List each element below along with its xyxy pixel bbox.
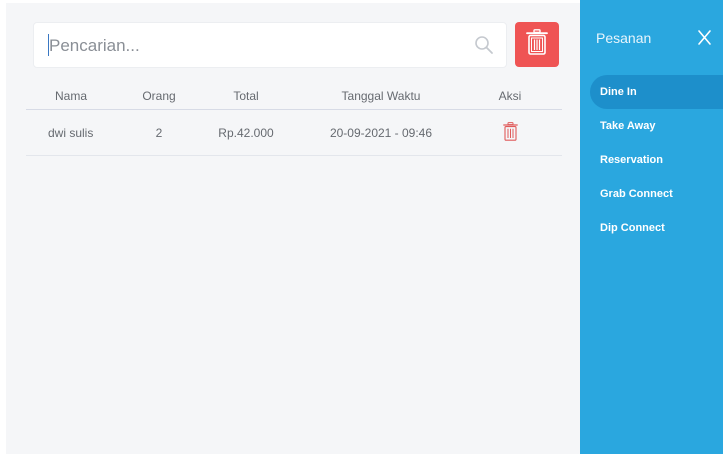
search-bar[interactable] bbox=[33, 22, 507, 68]
cell-tanggal-waktu: 20-09-2021 - 09:46 bbox=[329, 125, 433, 140]
sidebar-item-take-away[interactable]: Take Away bbox=[590, 109, 723, 143]
close-icon bbox=[694, 30, 716, 53]
search-icon[interactable] bbox=[474, 35, 494, 55]
sidebar-item-label: Dine In bbox=[600, 86, 637, 98]
sidebar-item-reservation[interactable]: Reservation bbox=[590, 143, 723, 177]
orders-sidebar: Pesanan Dine In Take Away Reservation Gr… bbox=[580, 0, 723, 454]
row-delete-button[interactable] bbox=[488, 110, 532, 155]
sidebar-item-label: Dip Connect bbox=[600, 222, 665, 234]
sidebar-nav: Dine In Take Away Reservation Grab Conne… bbox=[590, 75, 723, 245]
app-root: Nama Orang Total Tanggal Waktu Aksi dwi … bbox=[0, 0, 723, 454]
cell-orang: 2 bbox=[155, 125, 163, 140]
header-aksi: Aksi bbox=[498, 89, 522, 103]
header-tanggal-waktu: Tanggal Waktu bbox=[341, 89, 421, 103]
delete-all-button[interactable] bbox=[515, 22, 559, 67]
sidebar-title: Pesanan bbox=[596, 30, 652, 46]
search-input[interactable] bbox=[49, 31, 449, 61]
main-panel: Nama Orang Total Tanggal Waktu Aksi dwi … bbox=[6, 3, 580, 454]
sidebar-item-dine-in[interactable]: Dine In bbox=[590, 75, 723, 109]
trash-icon bbox=[502, 121, 518, 144]
header-orang: Orang bbox=[142, 89, 176, 103]
close-button[interactable] bbox=[694, 27, 716, 49]
sidebar-item-grab-connect[interactable]: Grab Connect bbox=[590, 177, 723, 211]
header-total: Total bbox=[233, 89, 259, 103]
sidebar-item-dip-connect[interactable]: Dip Connect bbox=[590, 211, 723, 245]
table-header: Nama Orang Total Tanggal Waktu Aksi bbox=[26, 83, 562, 110]
cell-total: Rp.42.000 bbox=[218, 125, 274, 140]
trash-icon bbox=[526, 29, 548, 60]
sidebar-item-label: Grab Connect bbox=[600, 188, 673, 200]
sidebar-item-label: Reservation bbox=[600, 154, 663, 166]
orders-table: Nama Orang Total Tanggal Waktu Aksi dwi … bbox=[26, 83, 562, 156]
cell-nama: dwi sulis bbox=[48, 125, 94, 140]
header-nama: Nama bbox=[54, 89, 87, 103]
table-row[interactable]: dwi sulis 2 Rp.42.000 20-09-2021 - 09:46 bbox=[26, 110, 562, 156]
sidebar-item-label: Take Away bbox=[600, 120, 656, 132]
